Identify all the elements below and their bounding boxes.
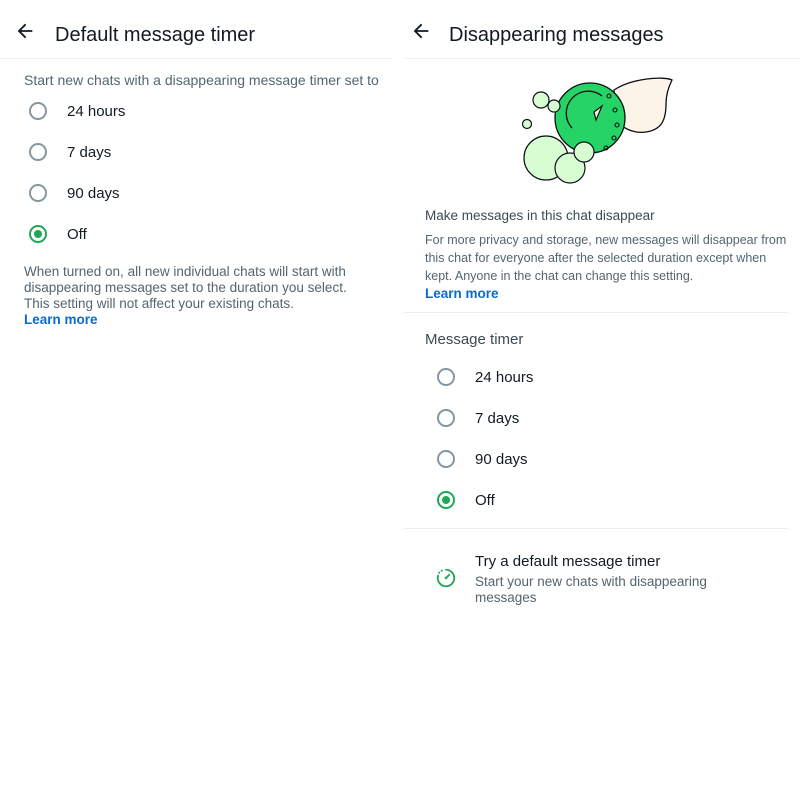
timer-option-7-days[interactable]: 7 days [0, 132, 393, 173]
timer-option-label: 24 hours [475, 369, 534, 386]
page-title: Disappearing messages [449, 24, 664, 46]
timer-option-label: 90 days [67, 185, 120, 202]
back-button[interactable] [410, 20, 440, 50]
timer-option-label: Off [67, 226, 87, 243]
timer-option-label: Off [475, 492, 495, 509]
radio-checked-icon[interactable] [437, 491, 455, 509]
radio-unchecked-icon[interactable] [29, 143, 47, 161]
arrow-left-icon [17, 23, 33, 39]
learn-more-link[interactable]: Learn more [425, 286, 499, 302]
default-message-timer-screen: Default message timer Start new chats wi… [0, 0, 393, 808]
divider [404, 312, 788, 313]
section-hint: Start new chats with a disappearing mess… [24, 72, 379, 88]
timer-option-label: 7 days [475, 410, 520, 427]
default-timer-promo[interactable]: Try a default message timer Start your n… [404, 548, 800, 612]
timer-option-label: 7 days [67, 144, 112, 161]
arrow-left-icon [413, 23, 429, 39]
app-bar: Default message timer [0, 0, 393, 59]
divider [404, 528, 788, 529]
message-timer-header: Message timer [425, 331, 524, 348]
back-button[interactable] [14, 20, 44, 50]
radio-unchecked-icon[interactable] [437, 409, 455, 427]
page-title: Default message timer [55, 24, 256, 46]
disappearing-timer-illustration [521, 77, 673, 184]
footnote: When turned on, all new individual chats… [24, 264, 364, 328]
learn-more-link[interactable]: Learn more [24, 312, 98, 328]
about-title: Make messages in this chat disappear [425, 208, 655, 223]
timer-option-label: 90 days [475, 451, 528, 468]
radio-checked-icon[interactable] [29, 225, 47, 243]
timer-option-off[interactable]: Off [0, 214, 393, 255]
radio-unchecked-icon[interactable] [29, 102, 47, 120]
timer-option-off[interactable]: Off [404, 480, 800, 521]
footnote-text: When turned on, all new individual chats… [24, 264, 347, 311]
radio-unchecked-icon[interactable] [29, 184, 47, 202]
promo-subtitle: Start your new chats with disappearing m… [475, 574, 707, 605]
promo-title: Try a default message timer [475, 553, 661, 570]
radio-unchecked-icon[interactable] [437, 368, 455, 386]
radio-unchecked-icon[interactable] [437, 450, 455, 468]
app-bar: Disappearing messages [404, 0, 800, 59]
timer-icon [436, 568, 456, 588]
disappearing-messages-screen: Disappearing messages Make messages in t… [404, 0, 800, 808]
timer-option-7-days[interactable]: 7 days [404, 398, 800, 439]
about-section: Make messages in this chat disappear For… [425, 207, 787, 303]
timer-option-24-hours[interactable]: 24 hours [404, 357, 800, 398]
timer-option-label: 24 hours [67, 103, 126, 120]
about-body: For more privacy and storage, new messag… [425, 233, 787, 283]
timer-option-24-hours[interactable]: 24 hours [0, 91, 393, 132]
timer-option-90-days[interactable]: 90 days [0, 173, 393, 214]
timer-option-90-days[interactable]: 90 days [404, 439, 800, 480]
